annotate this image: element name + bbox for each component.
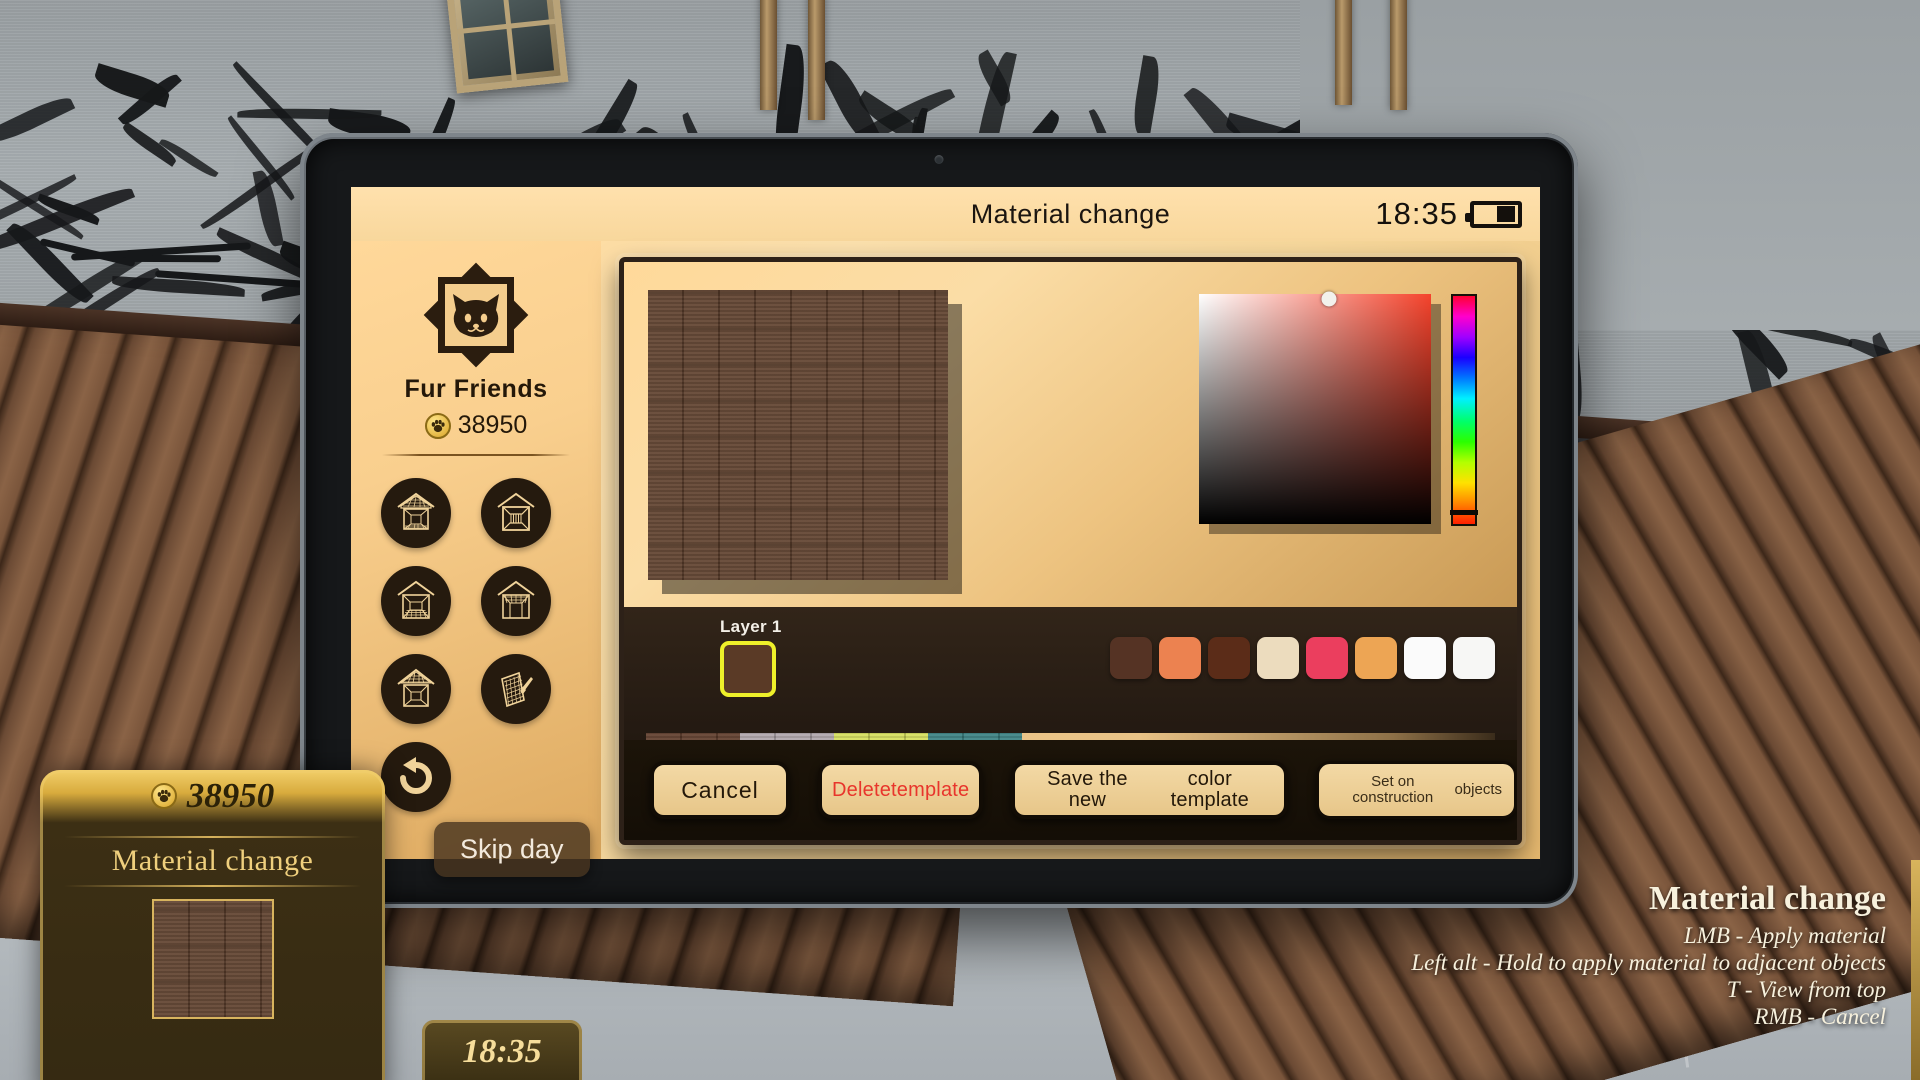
support-pole (1390, 0, 1407, 110)
cat-face-logo-icon (423, 262, 529, 368)
tool-room-roof[interactable] (381, 654, 451, 724)
delete-template-button-line-1: template (891, 778, 970, 801)
screen-edge-accent (1911, 860, 1920, 1080)
set-on-construction-objects-button-line-0: Set on construction (1352, 773, 1434, 806)
palette-swatch-1[interactable] (1159, 637, 1201, 679)
save-color-template-button[interactable]: Save the new color template (1011, 761, 1289, 819)
layer-swatch[interactable] (720, 641, 776, 697)
tool-material-brush[interactable] (481, 654, 551, 724)
control-hint-3: RMB - Cancel (1754, 1004, 1886, 1030)
app-header: 18:35 (351, 187, 1540, 241)
paw-coin-icon (424, 412, 451, 439)
paw-coin-icon (150, 783, 177, 809)
editor-frame: Layer 1 Cancel Delete template Save the new… (619, 257, 1522, 845)
palette-swatch-0[interactable] (1110, 637, 1152, 679)
cancel-button-line-0: Cancel (681, 776, 759, 803)
material-preview-tile (648, 289, 948, 580)
saturation-value-square[interactable] (1199, 291, 1431, 524)
selected-material-title: Material change (111, 844, 314, 877)
currency-display: 38950 (351, 411, 601, 440)
game-clock: 18:35 (422, 1020, 582, 1080)
palette-swatch-4[interactable] (1306, 637, 1348, 679)
gold-value: 38950 (186, 776, 275, 815)
house-ceiling-floor-icon (397, 492, 435, 530)
tablet-device: 18:35 Material change Fur Friends 38950 … (300, 133, 1578, 908)
tablet-screen: 18:35 Material change Fur Friends 38950 … (351, 187, 1540, 859)
layers-and-palette-bar: Layer 1 (624, 607, 1517, 727)
support-pole (760, 0, 777, 110)
battery-level (1497, 206, 1515, 222)
color-picker (1199, 291, 1478, 534)
house-roof-icon (397, 668, 435, 707)
texture-brush-icon (501, 671, 533, 708)
currency-value: 38950 (457, 411, 528, 439)
status-cluster: 18:35 (1375, 196, 1522, 232)
window (443, 0, 569, 94)
control-hints-title: Material change (1649, 880, 1886, 917)
saturation-value-picker (1199, 291, 1441, 534)
control-hints: Material change LMB - Apply material Left… (1226, 880, 1886, 1031)
set-on-construction-objects-button-line-1: objects (1454, 781, 1502, 799)
selected-material-thumbnail (151, 899, 274, 1019)
tablet-bezel: 18:35 Material change Fur Friends 38950 … (306, 139, 1572, 902)
tool-room-floor[interactable] (381, 566, 451, 636)
tool-room-ceiling[interactable] (481, 566, 551, 636)
selected-material-panel: 38950 Material change (40, 770, 385, 1080)
palette-swatch-5[interactable] (1355, 637, 1397, 679)
support-pole (808, 0, 825, 120)
gold-currency-display: 38950 (40, 770, 385, 822)
editor-actions: Cancel Delete template Save the new color te… (624, 740, 1517, 840)
palette-swatch-6[interactable] (1404, 637, 1446, 679)
sidebar: Fur Friends 38950 (351, 241, 601, 859)
material-preview (648, 289, 962, 594)
save-color-template-button-line-1: color template (1170, 768, 1249, 811)
delete-template-button[interactable]: Delete template (818, 761, 984, 819)
palette-swatch-7[interactable] (1453, 637, 1495, 679)
house-floor-icon (397, 580, 435, 619)
brand-name: Fur Friends (404, 375, 548, 403)
control-hint-0: LMB - Apply material (1683, 923, 1886, 948)
tool-room-walls[interactable] (481, 478, 551, 548)
game-clock-value: 18:35 (462, 1033, 542, 1070)
tool-room-ceiling-floor[interactable] (381, 478, 451, 548)
clock: 18:35 (1375, 196, 1458, 231)
house-walls-icon (497, 492, 535, 531)
tool-grid (381, 478, 571, 812)
cat-face-glyph (453, 293, 499, 337)
house-ceiling-icon (497, 580, 535, 619)
skip-day-button[interactable]: Skip day (434, 822, 590, 877)
save-color-template-button-line-0: Save the new (1047, 768, 1128, 811)
recent-colors-palette (1110, 637, 1495, 679)
cancel-button[interactable]: Cancel (650, 761, 790, 819)
control-hint-1: Left alt - Hold to apply material to adj… (1411, 950, 1886, 976)
saturation-value-cursor[interactable] (1321, 291, 1337, 307)
divider (64, 885, 361, 887)
sidebar-divider (382, 454, 570, 456)
editor-preview-area (624, 262, 1517, 607)
selected-material-body: Material change (40, 822, 385, 1019)
control-hint-2: T - View from top (1726, 977, 1886, 1003)
hue-slider-handle[interactable] (1450, 509, 1478, 515)
hue-slider-track[interactable] (1451, 294, 1477, 526)
support-pole (1335, 0, 1352, 105)
control-hints-lines: LMB - Apply material Left alt - Hold to a… (1226, 922, 1886, 1031)
set-on-construction-objects-button[interactable]: Set on construction objects (1316, 761, 1517, 819)
hue-slider (1450, 294, 1478, 526)
battery-icon (1465, 200, 1522, 228)
undo-arrow-icon (400, 757, 432, 794)
camera-icon (934, 155, 944, 164)
layer-label: Layer 1 (720, 617, 782, 636)
editor-panel: Layer 1 Cancel Delete template Save the new… (601, 241, 1540, 859)
palette-swatch-3[interactable] (1257, 637, 1299, 679)
tool-undo[interactable] (381, 742, 451, 812)
palette-swatch-2[interactable] (1208, 637, 1250, 679)
delete-template-button-line-0: Delete (832, 778, 892, 801)
